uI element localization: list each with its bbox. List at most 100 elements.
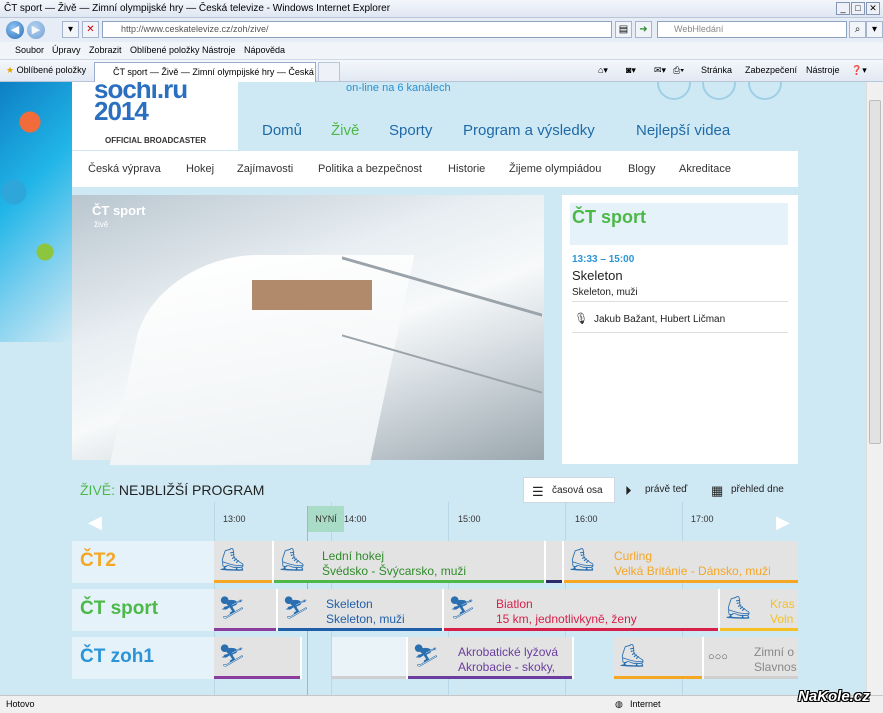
- channel-logo-text: ČT sport: [80, 598, 159, 619]
- favorites-button[interactable]: ★ Oblíbené položky: [6, 65, 86, 76]
- sub-nav: Česká výprava Hokej Zajímavosti Politika…: [72, 151, 798, 187]
- menu-edit[interactable]: Úpravy: [52, 45, 81, 55]
- forward-button[interactable]: ▶: [27, 21, 45, 39]
- go-icon[interactable]: ➜: [635, 21, 652, 38]
- nav-live[interactable]: Živě: [331, 122, 359, 139]
- nav-sports[interactable]: Sporty: [389, 122, 432, 139]
- event-subtitle: Skeleton, muži: [326, 612, 405, 626]
- close-window-button[interactable]: ✕: [866, 2, 880, 15]
- timeline-prev-arrow[interactable]: ◀: [88, 512, 102, 533]
- timeline-header: 13:00 14:00 15:00 16:00 17:00: [214, 502, 798, 538]
- scrollbar-thumb[interactable]: [869, 100, 881, 444]
- subnav-item[interactable]: Žijeme olympiádou: [509, 163, 601, 175]
- skeleton-icon: ⛷: [282, 595, 310, 620]
- vertical-scrollbar[interactable]: [866, 82, 883, 695]
- menu-help[interactable]: Nápověda: [244, 45, 285, 55]
- program-cell[interactable]: ⛸ Kras Voln: [720, 589, 798, 631]
- twitter-icon[interactable]: [702, 82, 736, 100]
- subnav-item[interactable]: Akreditace: [679, 163, 731, 175]
- subnav-item[interactable]: Hokej: [186, 163, 214, 175]
- event-title: Zimní o: [754, 645, 795, 659]
- channel-logo[interactable]: ČT sport: [72, 589, 214, 631]
- nav-home[interactable]: Domů: [262, 122, 302, 139]
- back-button[interactable]: ◀: [6, 21, 24, 39]
- favorites-bar: ★ Oblíbené položky ČT sport — Živě — Zim…: [0, 60, 883, 82]
- home-icon[interactable]: ⌂▾: [598, 65, 608, 76]
- subnav-item[interactable]: Zajímavosti: [237, 163, 293, 175]
- search-input[interactable]: WebHledání: [657, 21, 847, 38]
- microphone-icon: 🎙: [574, 313, 588, 325]
- subnav-item[interactable]: Česká výprava: [88, 163, 161, 175]
- search-options-icon[interactable]: ▾: [866, 21, 883, 38]
- hour-label: 14:00: [344, 514, 367, 524]
- facebook-icon[interactable]: [657, 82, 691, 100]
- program-cell[interactable]: ⛷ Skeleton Skeleton, muži: [278, 589, 444, 631]
- nav-program[interactable]: Program a výsledky: [463, 122, 595, 139]
- new-tab-button[interactable]: [318, 62, 340, 82]
- program-title: Skeleton: [572, 268, 623, 283]
- biathlon-icon: ⛷: [448, 595, 476, 620]
- browser-tab[interactable]: ČT sport — Živě — Zimní olympijské hry —…: [94, 62, 316, 82]
- program-cell[interactable]: [546, 541, 564, 583]
- figure-skating-icon: ⛸: [724, 595, 752, 620]
- channel-logo-text: ČT zoh1: [80, 646, 154, 667]
- view-day-button[interactable]: ▦ přehled dne: [703, 477, 798, 503]
- site-logo[interactable]: sochi.ru 2014 OFFICIAL BROADCASTER: [72, 82, 238, 150]
- hockey-icon: ⛸: [278, 547, 306, 572]
- help-icon[interactable]: ❓▾: [851, 65, 867, 76]
- view-now-button[interactable]: ⏵ právě teď: [617, 477, 699, 503]
- view-timeline-button[interactable]: ☰ časová osa: [523, 477, 615, 503]
- timeline-next-arrow[interactable]: ▶: [776, 512, 790, 533]
- program-cell[interactable]: [332, 637, 408, 679]
- event-subtitle: Voln: [770, 612, 794, 626]
- nav-best-videos[interactable]: Nejlepší videa: [636, 122, 730, 139]
- page-menu[interactable]: Stránka: [701, 65, 732, 75]
- safety-menu[interactable]: Zabezpečení: [745, 65, 797, 75]
- channel-logo[interactable]: ČT zoh1: [72, 637, 214, 679]
- program-cell[interactable]: ⛸ Lední hokej Švédsko - Švýcarsko, muži: [274, 541, 546, 583]
- program-cell[interactable]: ⛷ Akrobatické lyžová Akrobacie - skoky,: [408, 637, 574, 679]
- program-cell[interactable]: ⛷: [214, 637, 302, 679]
- page-menu-icon[interactable]: ▾: [62, 21, 79, 38]
- channel-logo[interactable]: ČT2: [72, 541, 214, 583]
- menu-file[interactable]: Soubor: [15, 45, 44, 55]
- feeds-icon[interactable]: ◙▾: [626, 65, 636, 76]
- view-timeline-label: časová osa: [552, 485, 603, 496]
- menu-bar: Soubor Úpravy Zobrazit Oblíbené položky …: [0, 42, 883, 60]
- menu-tools[interactable]: Nástroje: [202, 45, 236, 55]
- program-cell[interactable]: ⛷ Biatlon 15 km, jednotlivkyně, ženy: [444, 589, 720, 631]
- decorative-pattern: [0, 82, 72, 342]
- subnav-item[interactable]: Historie: [448, 163, 485, 175]
- category-bar: [214, 628, 276, 631]
- subnav-item[interactable]: Politika a bezpečnost: [318, 163, 422, 175]
- live-label: ŽIVĚ:: [80, 482, 116, 498]
- video-player[interactable]: ČT sport živě: [72, 195, 544, 465]
- commentators: Jakub Bažant, Hubert Ličman: [594, 314, 726, 325]
- menu-view[interactable]: Zobrazit: [89, 45, 122, 55]
- compat-view-icon[interactable]: ▤: [615, 21, 632, 38]
- category-bar: [546, 580, 562, 583]
- site-watermark: NaKole.cz: [798, 688, 870, 705]
- maximize-button[interactable]: □: [851, 2, 865, 15]
- category-bar: [332, 676, 406, 679]
- tools-menu[interactable]: Nástroje: [806, 65, 840, 75]
- program-cell[interactable]: ⛷: [214, 589, 278, 631]
- googleplus-icon[interactable]: [748, 82, 782, 100]
- stop-icon[interactable]: ✕: [82, 21, 99, 38]
- category-bar: [274, 580, 544, 583]
- menu-favorites[interactable]: Oblíbené položky: [130, 45, 200, 55]
- hour-label: 13:00: [223, 514, 246, 524]
- program-cell[interactable]: ⛸: [614, 637, 704, 679]
- print-icon[interactable]: ⎙▾: [673, 65, 684, 76]
- program-cell[interactable]: ⛸: [214, 541, 274, 583]
- divider: [572, 301, 788, 302]
- search-icon[interactable]: ⌕: [849, 21, 866, 38]
- mail-icon[interactable]: ✉▾: [654, 65, 666, 76]
- minimize-button[interactable]: _: [836, 2, 850, 15]
- subnav-item[interactable]: Blogy: [628, 163, 656, 175]
- url-input[interactable]: http://www.ceskatelevize.cz/zoh/zive/: [102, 21, 612, 38]
- freestyle-icon: ⛷: [412, 643, 440, 668]
- program-cell[interactable]: ⛸ Curling Velká Británie - Dánsko, muži: [564, 541, 798, 583]
- program-cell[interactable]: ○○○ Zimní o Slavnos: [704, 637, 798, 679]
- security-zone: Internet: [630, 699, 661, 709]
